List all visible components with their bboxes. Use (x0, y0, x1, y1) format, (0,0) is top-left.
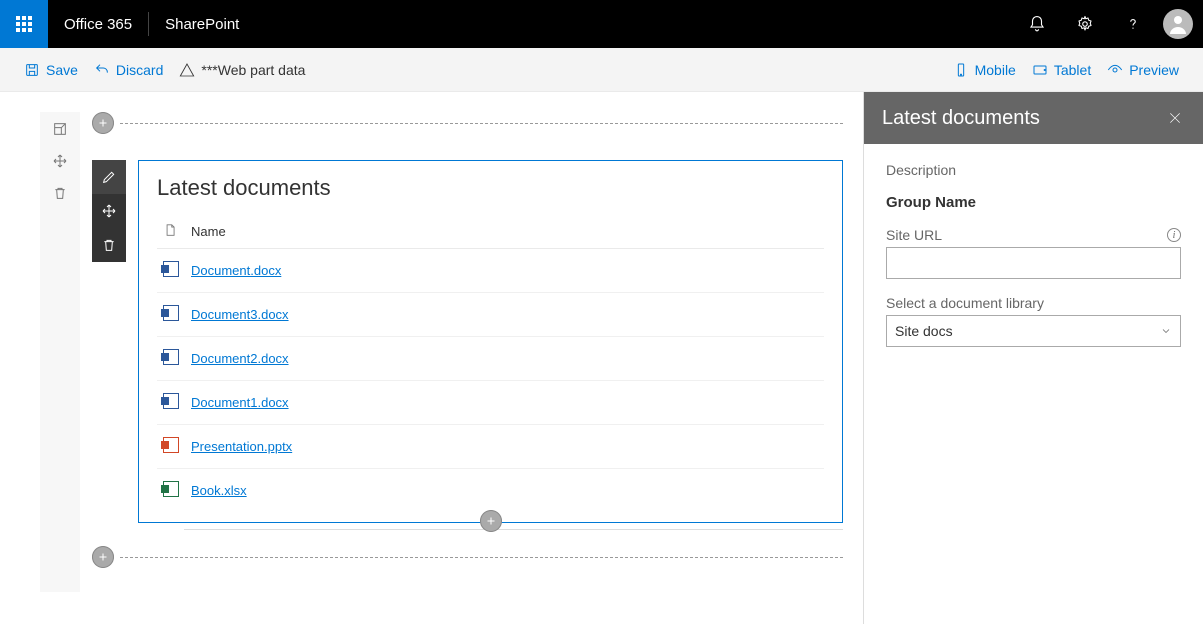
document-link[interactable]: Document.docx (191, 263, 281, 278)
breadcrumb-text: ***Web part data (201, 62, 305, 78)
table-row: Book.xlsx (157, 469, 824, 513)
waffle-icon (16, 16, 32, 32)
warning-icon (179, 62, 195, 78)
save-button[interactable]: Save (16, 48, 86, 92)
webpart-edit-button[interactable] (92, 160, 126, 194)
section-gutter (40, 112, 80, 592)
property-pane-header: Latest documents (864, 92, 1203, 144)
discard-button[interactable]: Discard (86, 48, 171, 92)
discard-label: Discard (116, 62, 163, 78)
tablet-icon (1032, 62, 1048, 78)
info-icon[interactable]: i (1167, 228, 1181, 242)
suite-app-name[interactable]: SharePoint (149, 0, 255, 48)
save-icon (24, 62, 40, 78)
tablet-label: Tablet (1054, 62, 1091, 78)
preview-button[interactable]: Preview (1099, 48, 1187, 92)
canvas-area: Latest documents Name Document.docx Docum… (0, 92, 863, 624)
webpart-title: Latest documents (157, 175, 824, 201)
documents-table: Name Document.docx Document3.docx Document… (157, 215, 824, 512)
person-icon (1166, 12, 1190, 36)
word-file-icon (163, 349, 179, 365)
close-button[interactable] (1165, 108, 1185, 128)
site-url-input[interactable] (886, 247, 1181, 279)
mobile-button[interactable]: Mobile (945, 48, 1024, 92)
table-row: Document3.docx (157, 293, 824, 337)
table-header-row: Name (157, 215, 824, 249)
library-select[interactable]: Site docs (886, 315, 1181, 347)
site-url-label: Site URL (886, 227, 942, 243)
word-file-icon (163, 261, 179, 277)
trash-icon (52, 185, 68, 201)
table-row: Document1.docx (157, 381, 824, 425)
trash-icon (101, 237, 117, 253)
add-webpart-button[interactable] (480, 510, 502, 532)
suite-bar: Office 365 SharePoint (0, 0, 1203, 48)
move-icon (52, 153, 68, 169)
tablet-button[interactable]: Tablet (1024, 48, 1099, 92)
app-launcher-button[interactable] (0, 0, 48, 48)
webpart-delete-button[interactable] (92, 228, 126, 262)
pencil-icon (101, 169, 117, 185)
suite-brand[interactable]: Office 365 (48, 0, 148, 48)
table-row: Presentation.pptx (157, 425, 824, 469)
document-link[interactable]: Presentation.pptx (191, 439, 292, 454)
move-icon (101, 203, 117, 219)
table-row: Document.docx (157, 249, 824, 293)
question-icon (1124, 15, 1142, 33)
section-delete-button[interactable] (51, 184, 69, 202)
property-pane-title: Latest documents (882, 107, 1040, 130)
settings-button[interactable] (1061, 0, 1109, 48)
ppt-file-icon (163, 437, 179, 453)
document-link[interactable]: Book.xlsx (191, 483, 247, 498)
save-label: Save (46, 62, 78, 78)
document-link[interactable]: Document2.docx (191, 351, 289, 366)
table-row: Document2.docx (157, 337, 824, 381)
site-url-field: Site URL i (886, 227, 1181, 279)
section-move-button[interactable] (51, 152, 69, 170)
name-column-header[interactable]: Name (185, 215, 824, 249)
help-button[interactable] (1109, 0, 1157, 48)
layout-icon (52, 121, 68, 137)
webpart-move-button[interactable] (92, 194, 126, 228)
preview-label: Preview (1129, 62, 1179, 78)
notifications-button[interactable] (1013, 0, 1061, 48)
eye-icon (1107, 62, 1123, 78)
document-icon (163, 223, 177, 237)
close-icon (1167, 110, 1183, 126)
breadcrumb: ***Web part data (171, 62, 313, 78)
user-avatar[interactable] (1163, 9, 1193, 39)
property-description-label: Description (886, 162, 1181, 178)
chevron-down-icon (1160, 325, 1172, 337)
xls-file-icon (163, 481, 179, 497)
property-group-name: Group Name (886, 194, 1181, 211)
word-file-icon (163, 305, 179, 321)
bell-icon (1028, 15, 1046, 33)
undo-icon (94, 62, 110, 78)
plus-icon (92, 546, 114, 568)
property-pane: Latest documents Description Group Name … (863, 92, 1203, 624)
gear-icon (1076, 15, 1094, 33)
plus-icon (92, 112, 114, 134)
library-label: Select a document library (886, 295, 1044, 311)
library-selected-value: Site docs (895, 323, 953, 339)
webpart-latest-documents[interactable]: Latest documents Name Document.docx Docum… (138, 160, 843, 523)
word-file-icon (163, 393, 179, 409)
section: Latest documents Name Document.docx Docum… (92, 134, 843, 546)
section-layout-button[interactable] (51, 120, 69, 138)
mobile-icon (953, 62, 969, 78)
webpart-toolbar (92, 160, 126, 262)
command-bar: Save Discard ***Web part data Mobile Tab… (0, 48, 1203, 92)
document-link[interactable]: Document1.docx (191, 395, 289, 410)
add-section-top[interactable] (92, 112, 843, 134)
document-link[interactable]: Document3.docx (191, 307, 289, 322)
library-field: Select a document library Site docs (886, 295, 1181, 347)
add-section-bottom[interactable] (92, 546, 843, 568)
mobile-label: Mobile (975, 62, 1016, 78)
